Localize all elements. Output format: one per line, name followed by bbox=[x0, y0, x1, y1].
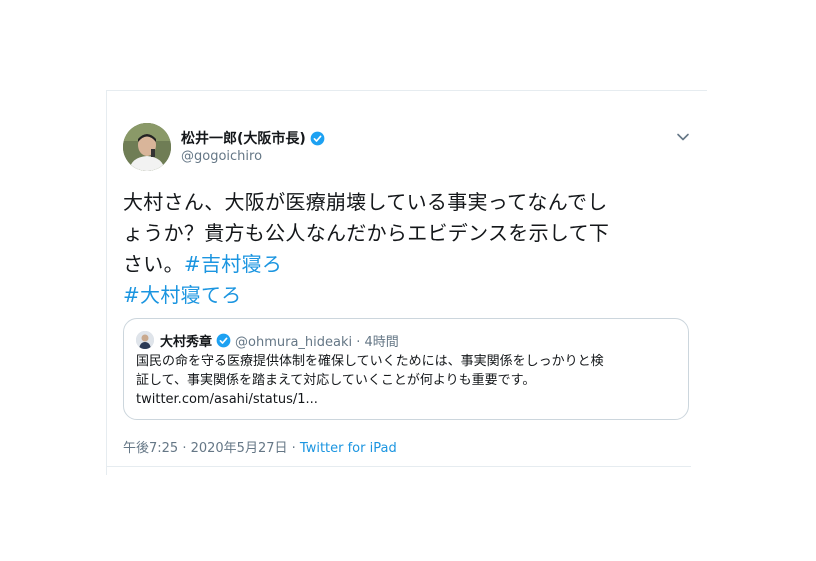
tweet-text-segment: ょうか？貴方も公人なんだからエビデンスを示して下 bbox=[123, 221, 610, 245]
chevron-down-icon[interactable] bbox=[675, 129, 691, 145]
avatar[interactable] bbox=[123, 123, 171, 171]
tweet-text-line: #大村寝てろ bbox=[123, 280, 695, 311]
quoted-text: 国民の命を守る医療提供体制を確保していくためには、事実関係をしっかりと検 証して… bbox=[136, 352, 680, 390]
tweet-text-line: ょうか？貴方も公人なんだからエビデンスを示して下 bbox=[123, 218, 695, 249]
tweet-text-line: 大村さん、大阪が医療崩壊している事実ってなんでし bbox=[123, 190, 608, 214]
tweet-source-link[interactable]: Twitter for iPad bbox=[300, 441, 397, 456]
verified-badge-icon bbox=[216, 333, 231, 348]
quoted-header: 大村秀章 @ohmura_hideaki · 4時間 bbox=[160, 331, 399, 350]
author-name-row: 松井一郎(大阪市長) bbox=[181, 128, 325, 148]
divider bbox=[107, 466, 691, 467]
meta-separator: · bbox=[287, 441, 300, 456]
quoted-text-line: 国民の命を守る医療提供体制を確保していくためには、事実関係をしっかりと検 bbox=[136, 354, 604, 369]
quoted-avatar bbox=[136, 331, 154, 349]
author-handle[interactable]: @gogoichiro bbox=[181, 149, 262, 164]
quoted-avatar-image bbox=[136, 331, 154, 349]
tweet-text-line: さい。#吉村寝ろ bbox=[123, 249, 695, 280]
tweet-text: 大村さん、大阪が医療崩壊している事実ってなんでし ょうか？貴方も公人なんだからエ… bbox=[123, 187, 695, 311]
tweet-meta: 午後7:25 · 2020年5月27日 · Twitter for iPad bbox=[123, 437, 397, 456]
quoted-display-name: 大村秀章 bbox=[160, 335, 213, 350]
quoted-handle-time: @ohmura_hideaki · 4時間 bbox=[235, 335, 399, 350]
avatar-image bbox=[123, 123, 171, 171]
tweet-card: 松井一郎(大阪市長) @gogoichiro 大村さん、大阪が医療崩壊している事… bbox=[106, 90, 707, 475]
hashtag-link[interactable]: #大村寝てろ bbox=[123, 283, 242, 307]
verified-badge-icon bbox=[310, 131, 325, 145]
quoted-link[interactable]: twitter.com/asahi/status/1... bbox=[136, 392, 318, 407]
tweet-timestamp[interactable]: 午後7:25 · 2020年5月27日 bbox=[123, 441, 288, 456]
tweet-text-segment: さい。 bbox=[123, 252, 184, 276]
hashtag-link[interactable]: #吉村寝ろ bbox=[184, 252, 282, 276]
author-display-name[interactable]: 松井一郎(大阪市長) bbox=[181, 128, 306, 148]
quoted-text-line: 証して、事実関係を踏まえて対応していくことが何よりも重要です。 bbox=[136, 373, 536, 388]
quoted-tweet[interactable]: 大村秀章 @ohmura_hideaki · 4時間 国民の命を守る医療提供体制… bbox=[123, 318, 689, 420]
